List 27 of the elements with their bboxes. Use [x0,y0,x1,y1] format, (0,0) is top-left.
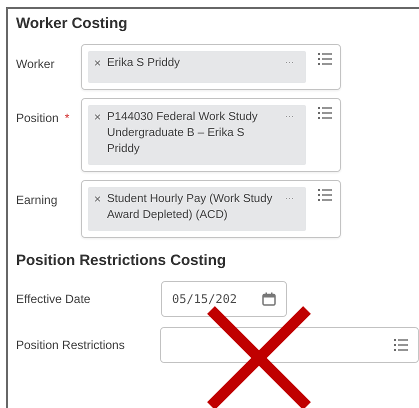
section-title: Position Restrictions Costing [16,252,228,269]
section-title: Worker Costing [16,15,128,32]
remove-button[interactable]: × [94,191,102,207]
field-label: Effective Date [16,292,92,306]
prompt-field[interactable]: × Student Hourly Pay (Work Study Award Depleted) (ACD) ··· [81,180,341,238]
field-label: Earning [16,193,58,207]
chip-text: Student Hourly Pay (Work Study Award Depleted) (ACD) [107,192,274,223]
remove-button[interactable]: × [94,109,102,125]
required-mark: * [64,111,70,125]
list-icon [394,339,408,351]
field-label: Worker [16,57,54,71]
date-field[interactable]: 05/15/202 [161,281,287,317]
list-icon [318,107,332,119]
prompt-field[interactable]: × P144030 Federal Work Study Undergraduate B – Erika S Priddy ··· [81,98,341,172]
prompt-field[interactable] [160,327,419,363]
more-button[interactable]: ··· [281,191,302,205]
list-icon [318,189,332,201]
more-button[interactable]: ··· [281,109,302,123]
list-icon [318,53,332,65]
chip-text: P144030 Federal Work Study Undergraduate B – Erika S Priddy [107,110,259,157]
calendar-icon [262,292,276,306]
remove-button[interactable]: × [94,55,102,71]
more-button[interactable]: ··· [281,55,302,69]
field-label: Position [16,111,59,125]
field-label: Position Restrictions [16,338,126,352]
chip-text: Erika S Priddy [107,56,181,71]
prompt-field[interactable]: × Erika S Priddy ··· [81,44,341,90]
